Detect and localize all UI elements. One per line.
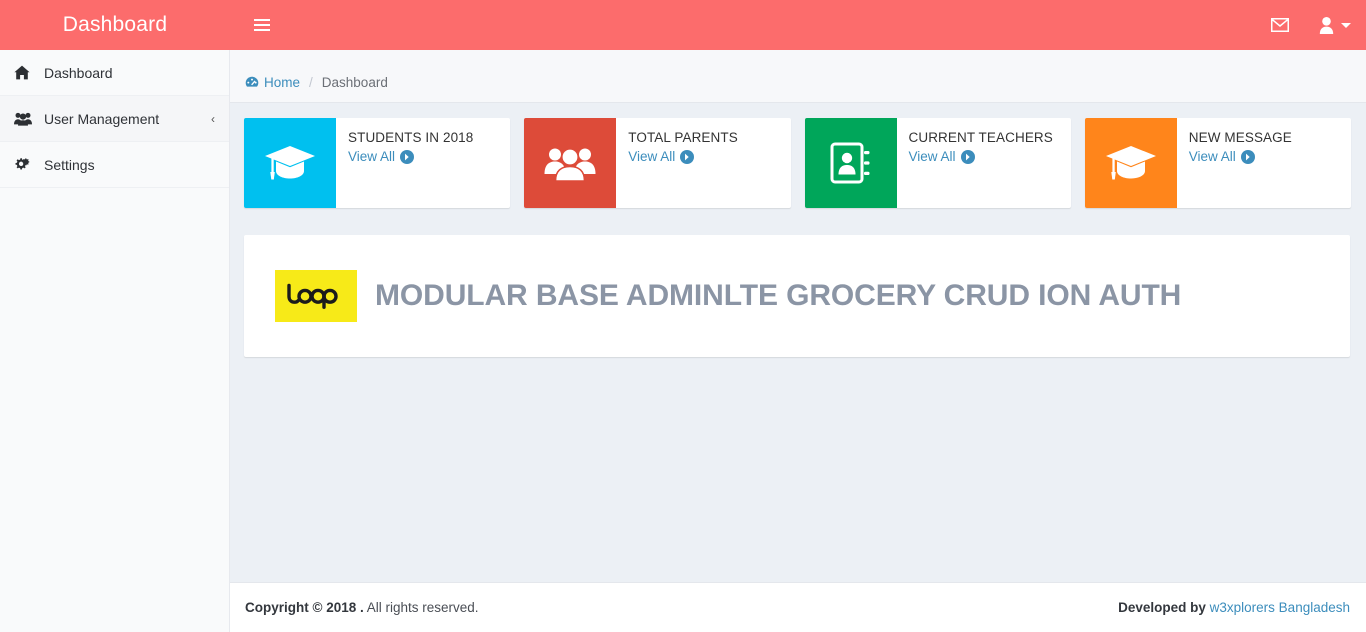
info-box-col: STUDENTS IN 2018 View All: [244, 118, 524, 208]
sidebar-menu: Dashboard User Management ‹ Settings: [0, 50, 229, 188]
admin-dashboard-page: Dashboard Dashboard User Management ‹ Se…: [0, 0, 1366, 632]
info-box-view-all-link[interactable]: View All: [348, 149, 500, 164]
graduation-cap-icon: [244, 118, 336, 208]
sidebar: Dashboard User Management ‹ Settings: [0, 50, 230, 632]
brand-logo-area[interactable]: Dashboard: [0, 0, 230, 50]
footer-copyright: Copyright © 2018 . All rights reserved.: [245, 600, 479, 615]
users-icon: [14, 112, 36, 126]
info-box-col: CURRENT TEACHERS View All: [804, 118, 1085, 208]
breadcrumb-current: Dashboard: [321, 75, 388, 90]
info-box-title: TOTAL PARENTS: [628, 130, 738, 145]
hamburger-icon: [254, 19, 270, 31]
info-box-col: NEW MESSAGE View All: [1084, 118, 1365, 208]
info-boxes-row: STUDENTS IN 2018 View All TOTAL PARENTS …: [230, 103, 1366, 208]
info-box-new-message[interactable]: NEW MESSAGE View All: [1084, 118, 1351, 208]
info-box-content: CURRENT TEACHERS View All: [897, 118, 1071, 208]
footer-credit: Developed by w3xplorers Bangladesh: [1118, 600, 1350, 615]
users-icon: [524, 118, 617, 208]
tachometer-icon: [245, 76, 259, 89]
chevron-left-icon: ‹: [211, 111, 215, 126]
sidebar-link-dashboard[interactable]: Dashboard: [0, 50, 229, 95]
page-title: MODULAR BASE ADMINLTE GROCERY CRUD ION A…: [375, 279, 1182, 312]
sidebar-item-label: Dashboard: [44, 64, 113, 81]
envelope-icon: [1271, 18, 1289, 32]
sidebar-toggle-button[interactable]: [242, 0, 282, 50]
info-box-col: TOTAL PARENTS View All: [524, 118, 804, 208]
info-box-view-all-link[interactable]: View All: [1189, 149, 1341, 164]
arrow-circle-right-icon: [1240, 149, 1255, 164]
breadcrumb: Home / Dashboard: [245, 75, 388, 90]
arrow-circle-right-icon: [400, 149, 415, 164]
info-box-content: TOTAL PARENTS View All: [616, 118, 790, 208]
footer-developed-by-label: Developed by: [1118, 600, 1210, 615]
messages-menu-button[interactable]: [1256, 0, 1304, 50]
info-box-link-label: View All: [1188, 149, 1236, 164]
content-wrapper: Home / Dashboard STUDENTS IN 2018 View A…: [230, 50, 1366, 582]
footer-developer-link[interactable]: w3xplorers Bangladesh: [1210, 600, 1350, 615]
info-box-link-label: View All: [348, 149, 396, 164]
info-box-students[interactable]: STUDENTS IN 2018 View All: [244, 118, 511, 208]
info-box-title: NEW MESSAGE: [1188, 130, 1292, 145]
brand-title: Dashboard: [62, 13, 168, 36]
info-box-view-all-link[interactable]: View All: [628, 149, 780, 164]
info-box-link-label: View All: [628, 149, 676, 164]
top-navbar: [230, 0, 1366, 50]
sidebar-item-settings[interactable]: Settings: [0, 142, 229, 188]
user-account-menu-button[interactable]: [1304, 0, 1366, 50]
info-box-content: NEW MESSAGE View All: [1177, 118, 1351, 208]
footer-copyright-strong: Copyright © 2018 .: [245, 600, 364, 615]
main-content-panel: MODULAR BASE ADMINLTE GROCERY CRUD ION A…: [244, 235, 1350, 357]
home-icon: [14, 65, 36, 80]
breadcrumb-separator: /: [309, 75, 313, 90]
info-box-view-all-link[interactable]: View All: [909, 149, 1061, 164]
info-box-parents[interactable]: TOTAL PARENTS View All: [524, 118, 791, 208]
arrow-circle-right-icon: [680, 149, 695, 164]
navbar-right-menu: [1256, 0, 1366, 50]
logo-placeholder-image: [275, 270, 357, 322]
sidebar-item-user-management[interactable]: User Management ‹: [0, 96, 229, 142]
info-box-title: STUDENTS IN 2018: [348, 130, 474, 145]
cogs-icon: [14, 157, 36, 172]
sidebar-link-settings[interactable]: Settings: [0, 142, 229, 187]
logo-glyph: [287, 283, 338, 309]
arrow-circle-right-icon: [960, 149, 975, 164]
main-footer: Copyright © 2018 . All rights reserved. …: [230, 582, 1366, 632]
sidebar-item-label: User Management: [44, 110, 160, 127]
info-box-teachers[interactable]: CURRENT TEACHERS View All: [804, 118, 1071, 208]
footer-copyright-rest: All rights reserved.: [363, 600, 479, 615]
user-icon: [1319, 16, 1334, 34]
graduation-cap-icon: [1084, 118, 1177, 208]
sidebar-item-dashboard[interactable]: Dashboard: [0, 50, 229, 96]
address-book-icon: [804, 118, 897, 208]
info-box-title: CURRENT TEACHERS: [908, 130, 1053, 145]
sidebar-link-user-management[interactable]: User Management ‹: [0, 96, 229, 141]
breadcrumb-home-link[interactable]: Home: [264, 75, 300, 90]
info-box-content: STUDENTS IN 2018 View All: [336, 118, 510, 208]
sidebar-item-label: Settings: [44, 156, 95, 173]
info-box-link-label: View All: [908, 149, 956, 164]
content-header: Home / Dashboard: [230, 50, 1366, 103]
caret-down-icon: [1341, 22, 1351, 28]
main-header: Dashboard: [0, 0, 1366, 50]
